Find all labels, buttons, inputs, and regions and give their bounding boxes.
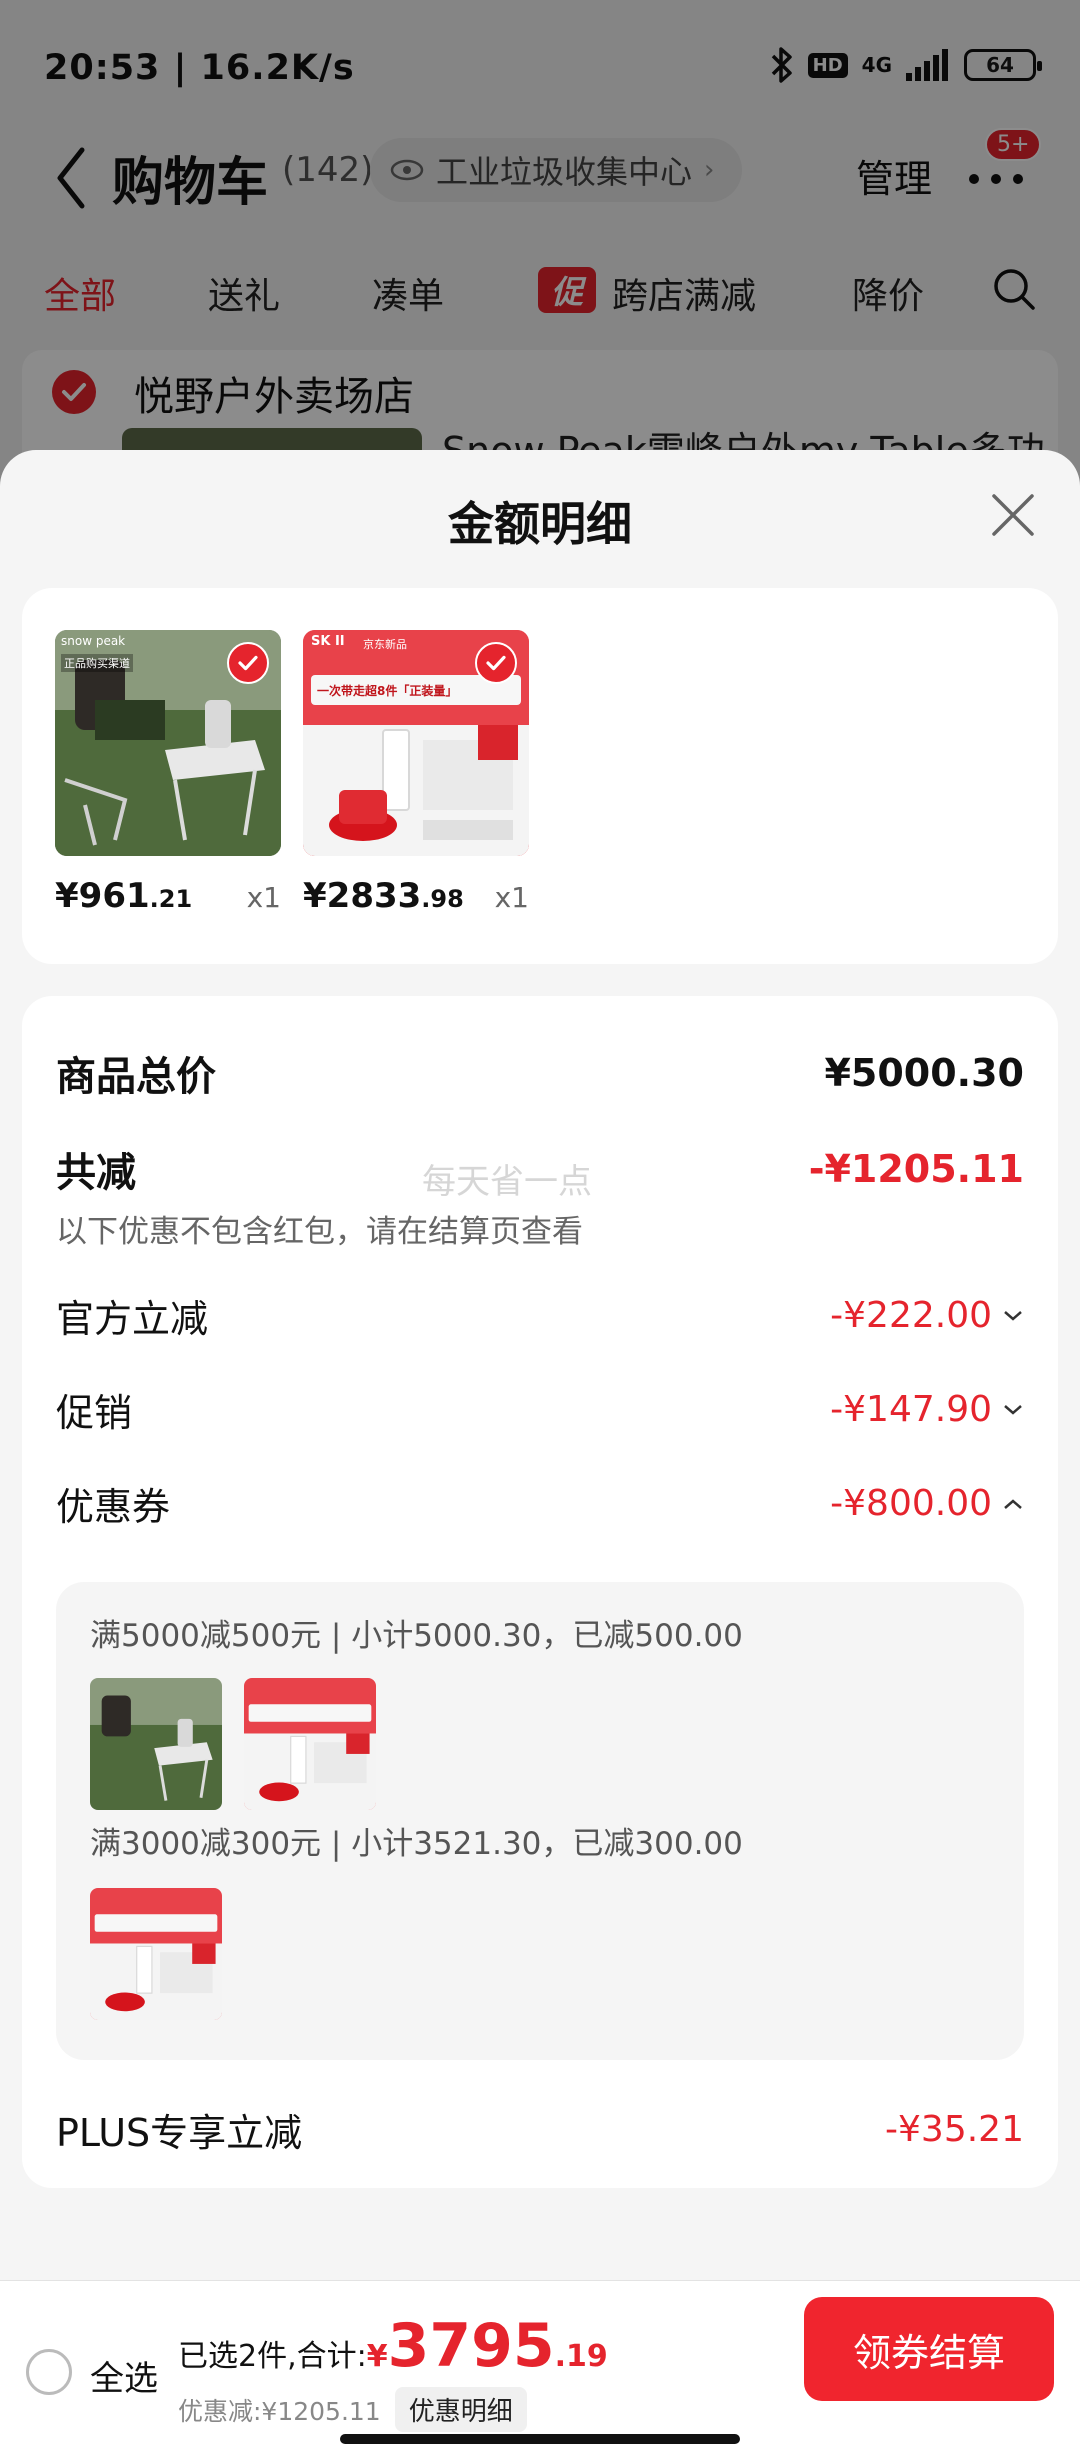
total-reduction-label: 共减 [56, 1150, 136, 1196]
coupon-rule-1-products [90, 1678, 376, 1810]
checkout-button[interactable]: 领券结算 [804, 2297, 1054, 2401]
official-discount-row[interactable]: 官方立减 -¥222.00 [56, 1288, 1024, 1343]
total-price-row: 商品总价 ¥5000.30 [56, 1044, 1024, 1102]
coupon-product-thumb [90, 1678, 222, 1810]
sheet-title: 金额明细 [448, 497, 632, 551]
coupon-value: -¥800.00 [830, 1483, 1024, 1524]
coupon-rule-2-products [90, 1888, 222, 2020]
product-check-badge [475, 642, 517, 684]
plus-discount-label: PLUS专享立减 [56, 2111, 303, 2155]
total-reduction-value: -¥1205.11 [808, 1147, 1024, 1191]
discount-summary: 优惠减:¥1205.11 优惠明细 [178, 2387, 527, 2432]
coupon-rule-1: 满5000减500元 | 小计5000.30，已减500.00 [90, 1618, 743, 1654]
select-all-radio[interactable] [26, 2349, 72, 2395]
camping-scene-image [90, 1678, 222, 1810]
product-price-row: ¥961.21 x1 [55, 876, 281, 916]
coupon-product-thumb [244, 1678, 376, 1810]
checkout-bar: 全选 已选2件,合计: ¥ 3795 .19 优惠减:¥1205.11 优惠明细… [0, 2280, 1080, 2460]
plus-discount-value: -¥35.21 [885, 2109, 1024, 2150]
total-amount-integer: 3795 [387, 2311, 555, 2381]
price-summary-card: 商品总价 ¥5000.30 每天省一点 共减 -¥1205.11 以下优惠不包含… [22, 996, 1058, 2188]
product-headline: 一次带走超8件「正装量」 [317, 684, 458, 698]
official-discount-label: 官方立减 [56, 1297, 209, 1341]
product-item[interactable]: snow peak 正品购买渠道 ¥961.21 x1 [55, 630, 281, 916]
product-image-skii-set: SK II 京东新品 一次带走超8件「正装量」 [303, 630, 529, 856]
product-price: ¥961.21 [55, 876, 193, 916]
product-quantity: x1 [494, 881, 529, 914]
brand-subtitle: 正品购买渠道 [61, 654, 133, 672]
coupon-row[interactable]: 优惠券 -¥800.00 [56, 1476, 1024, 1531]
total-summary: 已选2件,合计: ¥ 3795 .19 [178, 2311, 608, 2381]
check-icon [486, 655, 506, 671]
amount-detail-sheet: 金额明细 snow peak 正品购买渠道 ¥961.21 x1 SK II 京… [0, 450, 1080, 2280]
close-icon[interactable] [990, 492, 1036, 538]
total-amount-decimal: .19 [554, 2339, 608, 2374]
plus-discount-row: PLUS专享立减 -¥35.21 [56, 2102, 1024, 2157]
promotion-row[interactable]: 促销 -¥147.90 [56, 1382, 1024, 1437]
discount-amount: 优惠减:¥1205.11 [178, 2396, 381, 2426]
product-image-camping-table: snow peak 正品购买渠道 [55, 630, 281, 856]
product-price-row: ¥2833.98 x1 [303, 876, 529, 916]
reduction-note: 以下优惠不包含红包，请在结算页查看 [56, 1214, 583, 1250]
product-quantity: x1 [246, 881, 281, 914]
selected-count-text: 已选2件,合计: [178, 2339, 367, 2374]
product-price: ¥2833.98 [303, 876, 464, 916]
coupon-rule-2: 满3000减300元 | 小计3521.30，已减300.00 [90, 1826, 743, 1862]
chevron-down-icon [1004, 1404, 1022, 1415]
brand-logo-text: snow peak [61, 634, 126, 648]
coupon-product-thumb [90, 1888, 222, 2020]
official-discount-value: -¥222.00 [830, 1295, 1024, 1336]
discount-detail-button[interactable]: 优惠明细 [394, 2387, 527, 2432]
selected-products-card: snow peak 正品购买渠道 ¥961.21 x1 SK II 京东新品 一… [22, 588, 1058, 964]
coupon-label: 优惠券 [56, 1485, 171, 1529]
promotion-value: -¥147.90 [830, 1389, 1024, 1430]
currency-symbol: ¥ [366, 2339, 388, 2374]
total-reduction-row: 共减 -¥1205.11 [56, 1140, 1024, 1198]
chevron-up-icon [1004, 1498, 1022, 1509]
home-indicator[interactable] [340, 2434, 740, 2444]
promotion-label: 促销 [56, 1391, 133, 1435]
skii-product-image [244, 1678, 376, 1810]
select-all-label[interactable]: 全选 [90, 2351, 158, 2400]
brand-logo-text: SK II [311, 634, 345, 649]
product-item[interactable]: SK II 京东新品 一次带走超8件「正装量」 ¥2833.98 x1 [303, 630, 529, 916]
total-price-value: ¥5000.30 [824, 1051, 1024, 1095]
skii-product-image [90, 1888, 222, 2020]
product-check-badge [227, 642, 269, 684]
total-price-label: 商品总价 [56, 1054, 216, 1100]
chevron-down-icon [1004, 1310, 1022, 1321]
check-icon [238, 655, 258, 671]
coupon-detail-box: 满5000减500元 | 小计5000.30，已减500.00 满3000减30… [56, 1582, 1024, 2060]
brand-subtitle: 京东新品 [363, 638, 407, 651]
